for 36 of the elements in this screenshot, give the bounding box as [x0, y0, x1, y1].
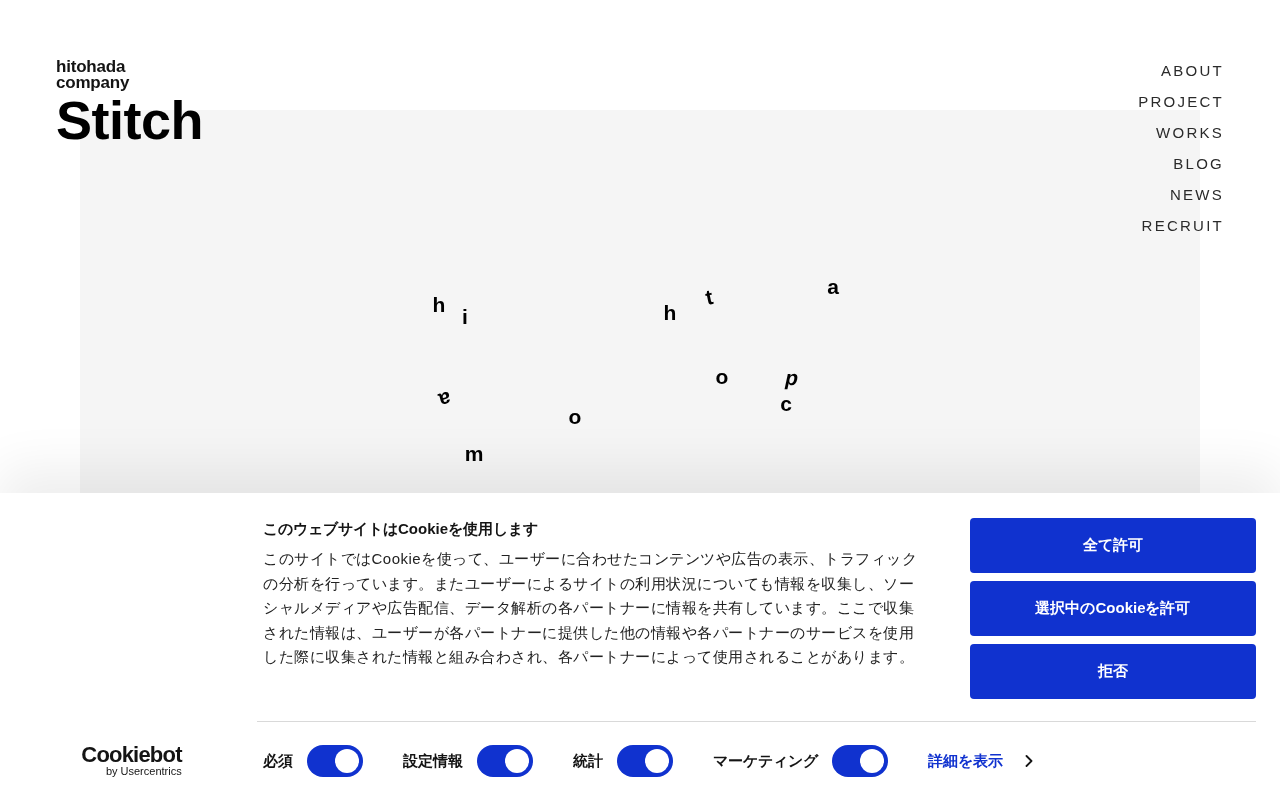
toggle-switch[interactable] — [477, 745, 533, 777]
nav-link[interactable]: RECRUIT — [1141, 210, 1224, 241]
toggle-label: 必須 — [263, 750, 293, 771]
toggle-label: マーケティング — [713, 750, 818, 771]
scattered-letter: h — [432, 293, 446, 315]
scattered-letter: h — [663, 301, 677, 323]
scattered-letter: a — [436, 388, 454, 412]
logo-wordmark[interactable]: Stitch — [56, 93, 203, 147]
scattered-letter: p — [783, 366, 801, 388]
toggle-switch[interactable] — [307, 745, 363, 777]
scattered-letter: o — [568, 405, 582, 427]
scattered-letter: t — [703, 286, 715, 308]
nav-link[interactable]: BLOG — [1173, 148, 1224, 179]
scattered-letter: o — [715, 365, 729, 387]
brand-logo-text: Cookiebot — [81, 744, 182, 765]
nav-link[interactable]: NEWS — [1170, 179, 1224, 210]
toggle-switch[interactable] — [617, 745, 673, 777]
toggle-label: 設定情報 — [403, 750, 463, 771]
scattered-letter: a — [827, 275, 839, 297]
nav-link[interactable]: ABOUT — [1161, 55, 1224, 86]
scattered-letter: c — [780, 392, 792, 414]
brand-tagline: by Usercentrics — [105, 764, 182, 778]
toggle-switch[interactable] — [832, 745, 888, 777]
logo-text[interactable]: hitohada — [56, 59, 203, 75]
consent-button[interactable]: 拒否 — [970, 644, 1256, 699]
scattered-letter: m — [464, 442, 484, 464]
logo-text[interactable]: company — [56, 75, 203, 91]
nav-link[interactable]: WORKS — [1156, 117, 1224, 148]
scattered-letter: i — [462, 305, 468, 327]
toggle-label: 統計 — [573, 750, 603, 771]
nav-link[interactable]: PROJECT — [1138, 86, 1224, 117]
consent-button[interactable]: 全て許可 — [970, 518, 1256, 573]
show-details-link[interactable]: 詳細を表示 — [928, 749, 1039, 773]
consent-button[interactable]: 選択中のCookieを許可 — [970, 581, 1256, 636]
banner-description: このサイトではCookieを使って、ユーザーに合わせたコンテンツや広告の表示、トラフィックの分析を行っています。またユーザーによるサイトの利用状況についても情報を収集し、ソーシャルメディアや広告配信、データ解析の各パートナーに情報を共有しています。ここで収集された情報は、ユーザーが各パートナーに提供した他の情報や各パートナーのサービスを使用した際に収集された情報と組み合わされ、各パートナーによって使用されることがあります。 — [263, 549, 919, 667]
banner-title: このウェブサイトはCookieを使用します — [263, 519, 539, 539]
